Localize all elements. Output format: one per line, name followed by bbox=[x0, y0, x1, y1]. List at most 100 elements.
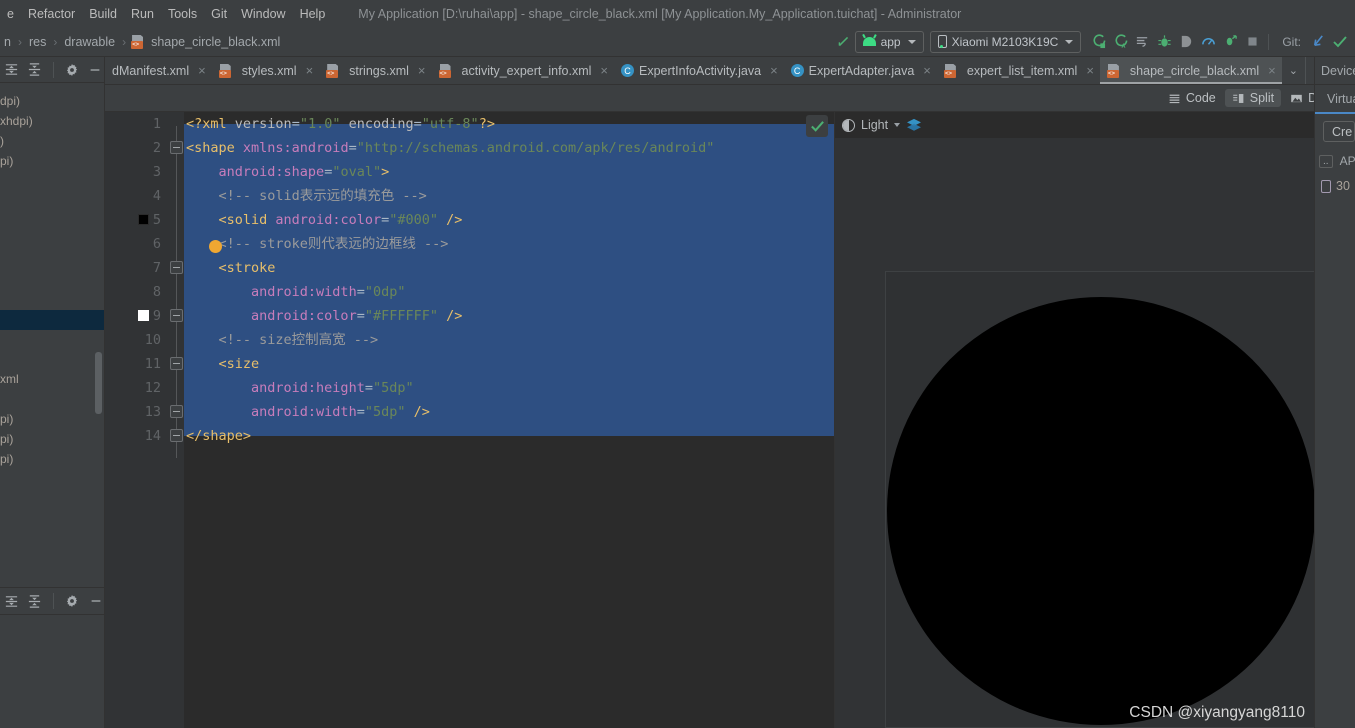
debug-icon[interactable] bbox=[1153, 31, 1175, 53]
hide-panel-icon[interactable] bbox=[86, 591, 104, 611]
menu-item-build[interactable]: Build bbox=[82, 5, 124, 23]
commit-checkmark-icon[interactable] bbox=[1329, 31, 1351, 53]
breadcrumb-item-module[interactable]: n bbox=[2, 35, 13, 49]
color-swatch-black[interactable] bbox=[138, 214, 149, 225]
apply-changes-icon[interactable] bbox=[1219, 31, 1241, 53]
tree-selected-row[interactable] bbox=[0, 310, 104, 330]
table-header-api[interactable]: API bbox=[1340, 154, 1355, 168]
hide-panel-icon[interactable] bbox=[85, 60, 104, 80]
code-line-2[interactable]: <shape xmlns:android="http://schemas.and… bbox=[184, 136, 834, 160]
fold-toggle-line9[interactable] bbox=[170, 309, 183, 322]
close-icon[interactable]: × bbox=[923, 63, 931, 78]
tab-strings-xml[interactable]: <> strings.xml × bbox=[319, 57, 431, 84]
code-line-6[interactable]: <!-- stroke则代表远的边框线 --> bbox=[184, 232, 834, 256]
fold-toggle-line14[interactable] bbox=[170, 429, 183, 442]
code-line-3[interactable]: android:shape="oval"> bbox=[184, 160, 834, 184]
intention-bulb-icon[interactable] bbox=[209, 240, 222, 253]
code-line-14[interactable]: </shape> bbox=[184, 424, 834, 448]
close-icon[interactable]: × bbox=[1268, 63, 1276, 78]
tree-item[interactable]: ) bbox=[0, 131, 104, 151]
close-icon[interactable]: × bbox=[306, 63, 314, 78]
code-token: "http://schemas.android.com/apk/res/andr… bbox=[356, 140, 715, 156]
menu-item-git[interactable]: Git bbox=[204, 5, 234, 23]
code-line-7[interactable]: <stroke bbox=[184, 256, 834, 280]
code-line-9[interactable]: android:color="#FFFFFF" /> bbox=[184, 304, 834, 328]
code-line-4[interactable]: <!-- solid表示远的填充色 --> bbox=[184, 184, 834, 208]
tab-shape-circle-black-xml[interactable]: <> shape_circle_black.xml × bbox=[1099, 57, 1282, 84]
menu-item-e[interactable]: e bbox=[0, 5, 21, 23]
run-configuration-selector[interactable]: app bbox=[854, 30, 924, 53]
code-editor[interactable]: 1 2 3 4 5 6 7 8 9 10 11 12 13 14 <?xml v… bbox=[105, 112, 834, 728]
gear-icon[interactable] bbox=[63, 591, 82, 611]
fold-toggle-line13[interactable] bbox=[170, 405, 183, 418]
device-selector[interactable]: Xiaomi M2103K19C bbox=[929, 30, 1082, 53]
tree-item[interactable]: pi) bbox=[0, 151, 104, 171]
chevron-down-icon[interactable] bbox=[894, 123, 901, 127]
code-line-10[interactable]: <!-- size控制高宽 --> bbox=[184, 328, 834, 352]
tab-manifest-xml[interactable]: dManifest.xml × bbox=[105, 57, 212, 84]
tree-item[interactable]: dpi) bbox=[0, 91, 104, 111]
code-line-13[interactable]: android:width="5dp" /> bbox=[184, 400, 834, 424]
expand-all-icon[interactable] bbox=[25, 60, 44, 80]
code-line-12[interactable]: android:height="5dp" bbox=[184, 376, 834, 400]
code-line-5[interactable]: <solid android:color="#000" /> bbox=[184, 208, 834, 232]
menu-item-run[interactable]: Run bbox=[124, 5, 161, 23]
code-text-area[interactable]: <?xml version="1.0" encoding="utf-8"?> <… bbox=[184, 112, 834, 728]
tab-activity-expert-info-xml[interactable]: <> activity_expert_info.xml × bbox=[432, 57, 615, 84]
tree-item[interactable]: pi) bbox=[0, 429, 19, 449]
collapse-all-icon[interactable] bbox=[2, 60, 21, 80]
code-line-8[interactable]: android:width="0dp" bbox=[184, 280, 834, 304]
breadcrumb-item-res[interactable]: res bbox=[27, 35, 48, 49]
menu-item-help[interactable]: Help bbox=[293, 5, 333, 23]
run-with-coverage-icon[interactable]: A bbox=[1109, 31, 1131, 53]
mode-split-button[interactable]: Split bbox=[1224, 89, 1282, 107]
update-project-icon[interactable] bbox=[1307, 31, 1329, 53]
run-config-label: app bbox=[880, 34, 901, 49]
tab-expertadapter-java[interactable]: C ExpertAdapter.java × bbox=[784, 57, 937, 84]
close-icon[interactable]: × bbox=[418, 63, 426, 78]
search-everywhere-icon[interactable] bbox=[833, 31, 855, 53]
preview-canvas[interactable]: CSDN @xiyangyang8110 bbox=[835, 138, 1315, 728]
run-icon[interactable] bbox=[1087, 31, 1109, 53]
logcat-icon[interactable] bbox=[1131, 31, 1153, 53]
tree-item[interactable]: pi) bbox=[0, 409, 19, 429]
close-icon[interactable]: × bbox=[770, 63, 778, 78]
collapse-all-icon[interactable] bbox=[2, 591, 21, 611]
inspection-status-badge[interactable] bbox=[806, 115, 828, 137]
tree-item[interactable]: xml bbox=[0, 369, 19, 389]
tab-styles-xml[interactable]: <> styles.xml × bbox=[212, 57, 319, 84]
color-swatch-white[interactable] bbox=[138, 310, 149, 321]
code-line-11[interactable]: <size bbox=[184, 352, 834, 376]
tab-overflow-button[interactable]: ⌄ bbox=[1282, 57, 1305, 84]
menu-item-tools[interactable]: Tools bbox=[161, 5, 204, 23]
virtual-device-tab[interactable]: Virtua bbox=[1315, 85, 1355, 112]
attach-debugger-icon[interactable] bbox=[1175, 31, 1197, 53]
close-icon[interactable]: × bbox=[1086, 63, 1094, 78]
gear-icon[interactable] bbox=[62, 60, 81, 80]
close-icon[interactable]: × bbox=[198, 63, 206, 78]
code-line-1[interactable]: <?xml version="1.0" encoding="utf-8"?> bbox=[184, 112, 834, 136]
menu-item-refactor[interactable]: Refactor bbox=[21, 5, 82, 23]
contrast-circle-icon bbox=[842, 118, 855, 132]
menu-item-window[interactable]: Window bbox=[234, 5, 292, 23]
profiler-icon[interactable] bbox=[1197, 31, 1219, 53]
fold-toggle-line11[interactable] bbox=[170, 357, 183, 370]
breadcrumb-item-drawable[interactable]: drawable bbox=[62, 35, 117, 49]
tree-item[interactable]: pi) bbox=[0, 449, 19, 469]
breadcrumb-item-file[interactable]: shape_circle_black.xml bbox=[149, 35, 282, 49]
tab-expertinfoactivity-java[interactable]: C ExpertInfoActivity.java × bbox=[614, 57, 784, 84]
create-device-button[interactable]: Cre bbox=[1323, 121, 1355, 142]
tree-item[interactable]: xhdpi) bbox=[0, 111, 104, 131]
fold-toggle-line7[interactable] bbox=[170, 261, 183, 274]
editor-gutter: 1 2 3 4 5 6 7 8 9 10 11 12 13 14 bbox=[105, 112, 169, 728]
device-table-row[interactable]: 30 bbox=[1315, 179, 1355, 193]
project-panel-scrollbar[interactable] bbox=[95, 352, 102, 414]
layers-icon[interactable] bbox=[906, 118, 922, 132]
close-icon[interactable]: × bbox=[600, 63, 608, 78]
fold-toggle-line2[interactable] bbox=[170, 141, 183, 154]
expand-all-icon[interactable] bbox=[25, 591, 44, 611]
tab-expert-list-item-xml[interactable]: <> expert_list_item.xml × bbox=[937, 57, 1100, 84]
mode-code-button[interactable]: Code bbox=[1161, 89, 1223, 107]
